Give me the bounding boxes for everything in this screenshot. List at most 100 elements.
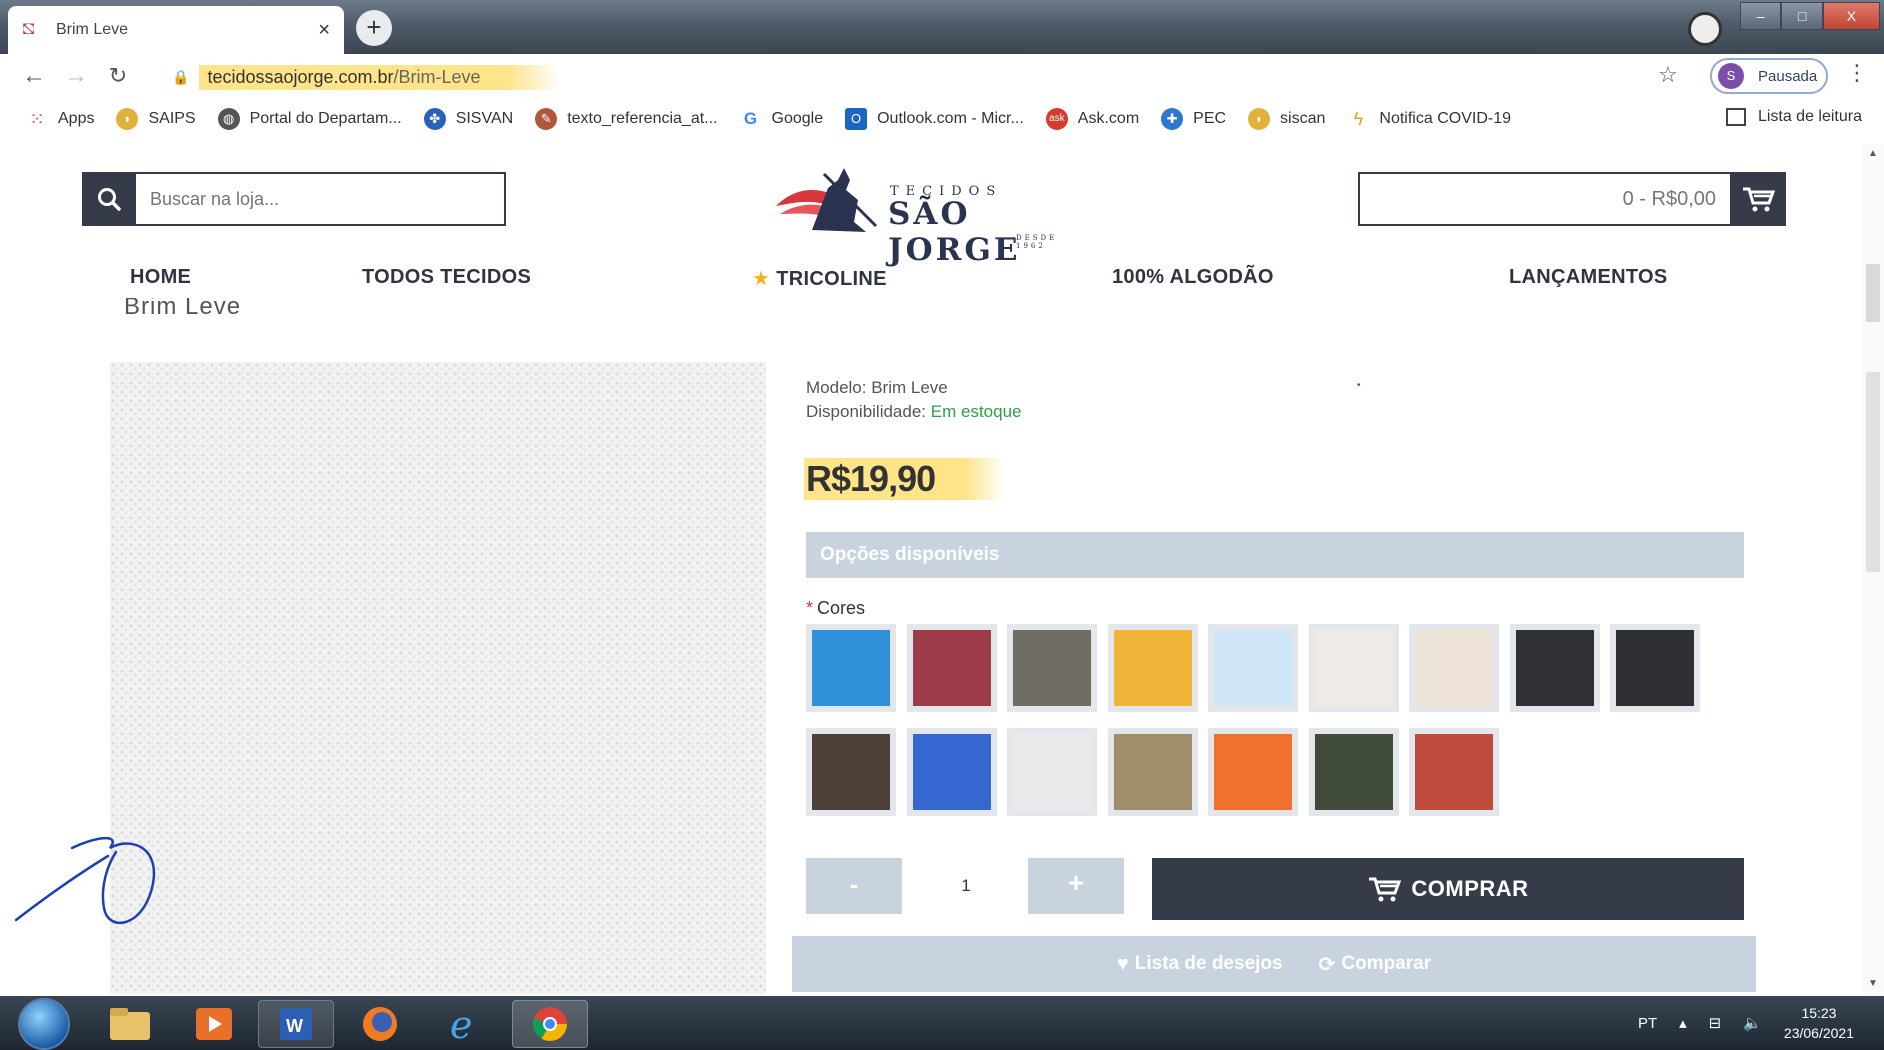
browser-menu-icon[interactable]: ⋮ — [1846, 60, 1868, 86]
address-bar[interactable]: 🔒 tecidossaojorge.com.br/Brim-Leve — [172, 62, 1692, 92]
taskbar-media-player[interactable] — [176, 1000, 252, 1048]
nav-100-algodao[interactable]: 100% ALGODÃO — [1112, 266, 1274, 289]
taskbar-chrome[interactable] — [512, 1000, 588, 1048]
knight-logo-icon — [776, 168, 878, 232]
nav-tricoline[interactable]: ★ TRICOLINE — [752, 266, 887, 291]
network-icon[interactable]: ⊟ — [1709, 1014, 1722, 1032]
system-tray: PT ▴ ⊟ 🔈 15:23 23/06/2021 — [1638, 996, 1884, 1050]
maximize-button[interactable]: □ — [1781, 2, 1823, 30]
store-search — [82, 172, 506, 226]
nav-lancamentos[interactable]: LANÇAMENTOS — [1509, 266, 1668, 289]
color-swatch[interactable] — [1309, 728, 1399, 816]
compare-label: Comparar — [1341, 953, 1432, 974]
bookmark-outlook[interactable]: O Outlook.com - Micr... — [845, 108, 1024, 130]
buy-button-label: COMPRAR — [1411, 876, 1529, 901]
compare-button[interactable]: ⟳ Comparar — [1319, 952, 1432, 977]
saips-icon: ◗ — [116, 108, 139, 130]
color-swatch[interactable] — [1510, 624, 1600, 712]
color-swatch[interactable] — [1610, 624, 1700, 712]
color-swatch[interactable] — [1108, 728, 1198, 816]
bookmark-apps[interactable]: ⁙ Apps — [26, 108, 94, 130]
bookmark-texto[interactable]: ✎ texto_referencia_at... — [535, 108, 718, 130]
language-indicator[interactable]: PT — [1638, 1015, 1657, 1032]
taskbar-firefox[interactable] — [342, 1000, 418, 1048]
search-input[interactable] — [136, 172, 506, 226]
quantity-input[interactable]: 1 — [918, 858, 1014, 914]
nav-home[interactable]: HOME — [130, 266, 191, 289]
color-swatch[interactable] — [1208, 728, 1298, 816]
bookmark-label: Notifica COVID-19 — [1379, 110, 1511, 127]
bookmark-notifica[interactable]: ϟ Notifica COVID-19 — [1347, 108, 1511, 130]
search-button[interactable] — [82, 172, 136, 226]
cart-total[interactable]: 0 - R$0,00 — [1358, 172, 1730, 226]
bookmark-siscan[interactable]: ◗ siscan — [1248, 108, 1325, 130]
os-taskbar: W e PT ▴ ⊟ 🔈 15:23 23/06/2021 — [0, 996, 1884, 1050]
quantity-increase-button[interactable]: + — [1028, 858, 1124, 914]
color-swatch[interactable] — [1208, 624, 1298, 712]
reading-list-button[interactable]: Lista de leitura — [1725, 108, 1862, 126]
lock-icon: 🔒 — [172, 68, 190, 85]
color-swatch[interactable] — [1309, 624, 1399, 712]
bookmark-label: Portal do Departam... — [249, 110, 402, 127]
color-swatch[interactable] — [806, 624, 896, 712]
reading-list-icon — [1725, 108, 1746, 126]
bookmark-google[interactable]: G Google — [740, 108, 823, 130]
scroll-up-icon[interactable]: ▲ — [1862, 148, 1884, 159]
start-button[interactable] — [18, 998, 70, 1050]
clock[interactable]: 15:23 23/06/2021 — [1784, 1003, 1854, 1043]
product-price: R$19,90 — [804, 458, 1006, 500]
close-window-button[interactable]: X — [1822, 2, 1880, 30]
scrollbar-thumb[interactable] — [1866, 264, 1880, 322]
availability-label: Disponibilidade: — [806, 402, 927, 421]
cart-button[interactable] — [1730, 172, 1786, 226]
color-swatch[interactable] — [907, 728, 997, 816]
pec-icon: ✚ — [1161, 108, 1184, 130]
back-arrow-icon[interactable]: ← — [16, 62, 52, 90]
quantity-decrease-button[interactable]: - — [806, 858, 902, 914]
bookmark-ask[interactable]: ask Ask.com — [1045, 108, 1139, 130]
color-swatch[interactable] — [907, 624, 997, 712]
product-image[interactable] — [110, 362, 766, 994]
reload-icon[interactable]: ↻ — [100, 63, 136, 89]
profile-button[interactable]: S Pausada — [1710, 58, 1828, 94]
color-swatch[interactable] — [806, 728, 896, 816]
bookmark-pec[interactable]: ✚ PEC — [1161, 108, 1226, 130]
color-swatch[interactable] — [1409, 624, 1499, 712]
quantity-row: - 1 + COMPRAR — [806, 858, 1744, 920]
profile-indicator-icon[interactable] — [1688, 12, 1722, 46]
nav-todos-tecidos[interactable]: TODOS TECIDOS — [362, 266, 531, 289]
cart-icon — [1743, 187, 1775, 212]
taskbar-explorer[interactable] — [92, 1000, 168, 1048]
taskbar-internet-explorer[interactable]: e — [426, 1000, 502, 1048]
bookmark-label: Outlook.com - Micr... — [877, 110, 1024, 127]
forward-arrow-icon[interactable]: → — [58, 62, 94, 90]
scrollbar-track-highlight — [1866, 372, 1880, 572]
firefox-icon — [363, 1007, 397, 1041]
tray-expand-icon[interactable]: ▴ — [1679, 1014, 1687, 1032]
browser-tab-bar: ⛞ Brim Leve × + – □ X — [0, 0, 1884, 54]
buy-button[interactable]: COMPRAR — [1152, 858, 1744, 920]
window-controls: – □ X — [1740, 2, 1880, 30]
taskbar-word[interactable]: W — [258, 1000, 334, 1048]
wishlist-button[interactable]: ♥ Lista de desejos — [1117, 953, 1283, 976]
internet-explorer-icon: e — [450, 1004, 473, 1044]
url-path: /Brim-Leve — [393, 66, 481, 87]
color-swatch[interactable] — [1108, 624, 1198, 712]
color-swatch[interactable] — [1409, 728, 1499, 816]
minimize-button[interactable]: – — [1740, 2, 1782, 30]
tab-close-icon[interactable]: × — [318, 19, 330, 42]
color-swatch[interactable] — [1007, 624, 1097, 712]
browser-tab[interactable]: ⛞ Brim Leve × — [8, 6, 344, 54]
color-swatch[interactable] — [1007, 728, 1097, 816]
new-tab-button[interactable]: + — [356, 10, 392, 46]
bookmark-star-icon[interactable]: ☆ — [1658, 62, 1678, 88]
bookmark-saips[interactable]: ◗ SAIPS — [116, 108, 196, 130]
siscan-icon: ◗ — [1248, 108, 1271, 130]
bookmark-portal[interactable]: ◍ Portal do Departam... — [217, 108, 402, 130]
store-logo[interactable]: TECIDOS SÃO JORGE DESDE 1962 — [772, 158, 1092, 268]
volume-icon[interactable]: 🔈 — [1743, 1014, 1762, 1032]
url-text[interactable]: tecidossaojorge.com.br/Brim-Leve — [199, 64, 561, 90]
bookmark-sisvan[interactable]: ✤ SISVAN — [423, 108, 513, 130]
scroll-down-icon[interactable]: ▼ — [1862, 978, 1884, 989]
cart-widget[interactable]: 0 - R$0,00 — [1358, 172, 1786, 226]
